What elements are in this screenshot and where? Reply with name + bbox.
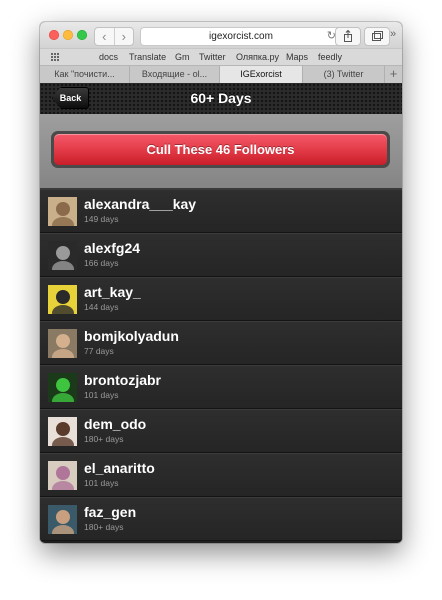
bookmark-gm[interactable]: Gm (175, 52, 190, 62)
tab-inbox[interactable]: Входящие - ol... (130, 66, 220, 83)
new-tab-icon[interactable]: + (385, 66, 402, 83)
avatar (48, 373, 77, 402)
follower-row[interactable]: el_anaritto 101 days (40, 453, 402, 497)
zoom-window-button[interactable] (77, 30, 87, 40)
tab-bar: Как "почисти... Входящие - ol... IGExorc… (40, 65, 402, 84)
action-panel: Cull These 46 Followers (40, 114, 402, 189)
avatar (48, 197, 77, 226)
follower-days: 77 days (84, 346, 114, 356)
back-arrow-icon[interactable]: ‹ (95, 28, 115, 45)
follower-username: el_anaritto (84, 460, 155, 476)
follower-days: 144 days (84, 302, 119, 312)
follower-username: dem_odo (84, 416, 147, 432)
history-nav: ‹ › (94, 27, 134, 46)
close-window-button[interactable] (49, 30, 59, 40)
follower-row[interactable]: bomjkolyadun 77 days (40, 321, 402, 365)
follower-days: 149 days (84, 214, 119, 224)
followers-list: alexandra___kay 149 days alexfg24 166 days a… (40, 189, 402, 543)
avatar (48, 505, 77, 534)
bookmark-translate[interactable]: Translate (129, 52, 166, 62)
avatar (48, 241, 77, 270)
follower-row[interactable]: art_kay_ 144 days (40, 277, 402, 321)
follower-days: 180+ days (84, 522, 124, 532)
url-text: igexorcist.com (209, 31, 273, 42)
follower-username: alexfg24 (84, 240, 141, 256)
bookmark-maps[interactable]: Maps (286, 52, 308, 62)
bookmark-twitter[interactable]: Twitter (199, 52, 226, 62)
overflow-chevron-icon[interactable]: » (390, 28, 396, 40)
browser-toolbar: ‹ › igexorcist.com ↻ » (40, 22, 402, 48)
avatar (48, 461, 77, 490)
tab-igexorcist[interactable]: IGExorcist (220, 66, 303, 83)
show-tabs-button[interactable] (364, 27, 390, 46)
follower-row[interactable]: brontozjabr 101 days (40, 365, 402, 409)
address-bar[interactable]: igexorcist.com ↻ (140, 27, 342, 46)
browser-window: ‹ › igexorcist.com ↻ » docs Translate Gm… (40, 22, 402, 543)
avatar (48, 417, 77, 446)
bookmark-feedly[interactable]: feedly (318, 52, 342, 62)
follower-days: 166 days (84, 258, 119, 268)
follower-username: alexandra___kay (84, 196, 197, 212)
back-button[interactable]: Back (52, 87, 89, 109)
follower-username: bomjkolyadun (84, 328, 179, 344)
app-header: 60+ Days Back (40, 83, 402, 115)
top-sites-grid-icon[interactable] (51, 53, 60, 61)
share-icon (344, 29, 352, 42)
tabs-overview-icon (372, 31, 383, 41)
follower-row[interactable]: alexandra___kay 149 days (40, 189, 402, 233)
bookmark-docs[interactable]: docs (99, 52, 118, 62)
avatar (48, 285, 77, 314)
follower-username: art_kay_ (84, 284, 141, 300)
share-button[interactable] (335, 27, 361, 46)
cull-followers-button[interactable]: Cull These 46 Followers (54, 134, 387, 165)
page-title: 60+ Days (190, 90, 252, 106)
follower-username: brontozjabr (84, 372, 161, 388)
follower-row[interactable]: alexfg24 166 days (40, 233, 402, 277)
tab-pochistit[interactable]: Как "почисти... (40, 66, 130, 83)
bookmark-olyapka[interactable]: Оляпка.ру (236, 52, 279, 62)
follower-days: 101 days (84, 390, 119, 400)
bookmarks-bar: docs Translate Gm Twitter Оляпка.ру Maps… (40, 48, 402, 66)
follower-row[interactable]: dem_odo 180+ days (40, 409, 402, 453)
forward-arrow-icon[interactable]: › (115, 28, 134, 45)
cull-button-frame: Cull These 46 Followers (51, 131, 390, 168)
follower-username: faz_gen (84, 504, 137, 520)
follower-days: 180+ days (84, 434, 124, 444)
minimize-window-button[interactable] (63, 30, 73, 40)
avatar (48, 329, 77, 358)
follower-row[interactable]: faz_gen 180+ days (40, 497, 402, 541)
follower-days: 101 days (84, 478, 119, 488)
tab-twitter[interactable]: (3) Twitter (303, 66, 385, 83)
